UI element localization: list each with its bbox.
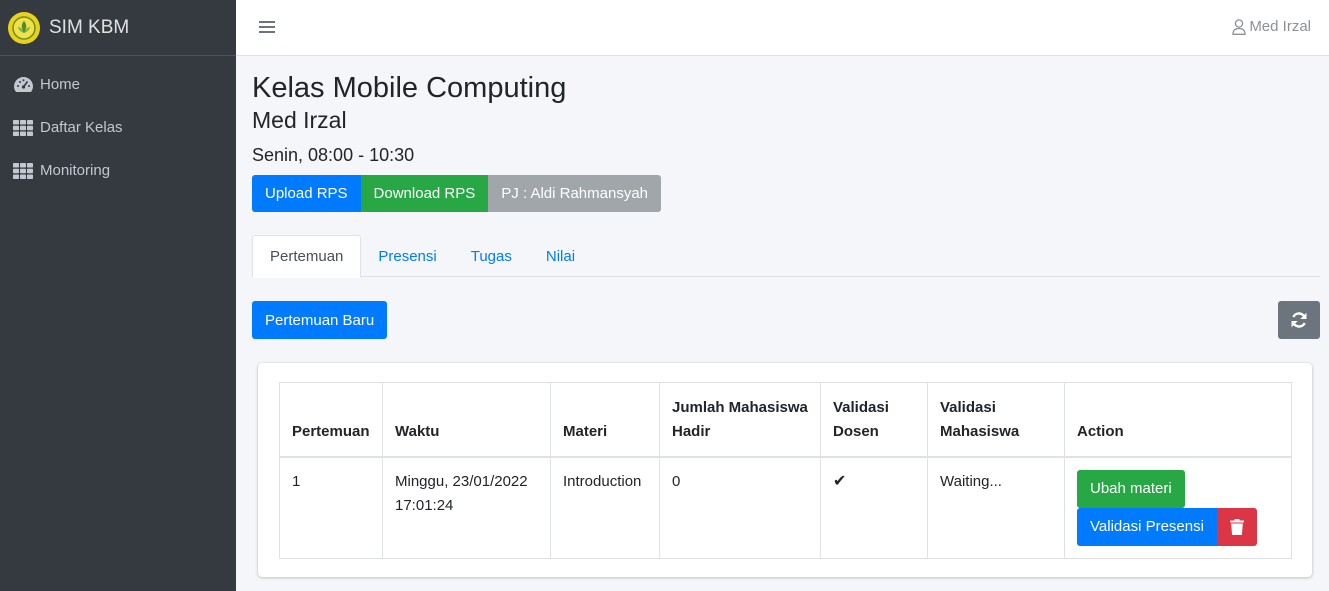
meetings-table: Pertemuan Waktu Materi Jumlah Mahasiswa … — [279, 382, 1292, 559]
trash-icon — [1229, 518, 1244, 535]
table-header-row: Pertemuan Waktu Materi Jumlah Mahasiswa … — [279, 382, 1292, 458]
tab-tugas[interactable]: Tugas — [454, 235, 529, 277]
menu-toggle-icon[interactable] — [259, 18, 275, 36]
sidebar-item-home[interactable]: Home — [0, 63, 236, 106]
refresh-icon — [1291, 312, 1307, 328]
lecturer-name: Med Irzal — [252, 107, 347, 133]
top-navbar: Med Irzal — [236, 0, 1329, 56]
brand-name: SIM KBM — [49, 16, 130, 38]
class-tabs: Pertemuan Presensi Tugas Nilai — [252, 235, 1320, 278]
sidebar-nav: Home Daftar Kelas Monitoring — [0, 56, 236, 192]
sidebar-item-label: Monitoring — [40, 162, 111, 179]
user-menu[interactable]: Med Irzal — [1232, 18, 1311, 35]
cell-validasi-dosen: ✔ — [820, 456, 928, 559]
column-header: Waktu — [382, 382, 551, 458]
user-name: Med Irzal — [1249, 18, 1311, 35]
column-header: Pertemuan — [279, 382, 383, 458]
brand-logo — [8, 11, 40, 44]
edit-material-button[interactable]: Ubah materi — [1077, 469, 1185, 508]
cell-hadir: 0 — [659, 456, 821, 559]
pj-button[interactable]: PJ : Aldi Rahmansyah — [488, 175, 662, 212]
column-header: Validasi Mahasiswa — [927, 382, 1065, 458]
cell-action: Ubah materi Validasi Presensi — [1064, 456, 1292, 559]
brand[interactable]: SIM KBM — [0, 0, 236, 56]
check-icon: ✔ — [833, 472, 847, 490]
upload-rps-button[interactable]: Upload RPS — [252, 175, 361, 212]
refresh-button[interactable] — [1278, 301, 1320, 339]
validate-attendance-button[interactable]: Validasi Presensi — [1077, 507, 1217, 546]
delete-button[interactable] — [1216, 507, 1257, 546]
sidebar-item-label: Home — [40, 76, 81, 93]
class-schedule: Senin, 08:00 - 10:30 — [252, 145, 415, 165]
sidebar-item-label: Daftar Kelas — [40, 119, 123, 136]
column-header: Jumlah Mahasiswa Hadir — [659, 382, 821, 458]
cell-validasi-mahasiswa: Waiting... — [927, 456, 1065, 559]
column-header: Action — [1064, 382, 1292, 458]
download-rps-button[interactable]: Download RPS — [360, 175, 489, 212]
cell-materi: Introduction — [550, 456, 660, 559]
user-icon — [1232, 18, 1246, 35]
tab-pertemuan[interactable]: Pertemuan — [252, 235, 362, 278]
sidebar: SIM KBM Home Daftar Kelas Monitoring — [0, 0, 236, 591]
tab-nilai[interactable]: Nilai — [529, 235, 592, 277]
tab-presensi[interactable]: Presensi — [361, 235, 453, 277]
sidebar-item-monitoring[interactable]: Monitoring — [0, 149, 236, 192]
dashboard-icon — [13, 76, 35, 94]
rps-button-group: Upload RPS Download RPS PJ : Aldi Rahman… — [252, 175, 662, 212]
column-header: Validasi Dosen — [820, 382, 928, 458]
meetings-card: Pertemuan Waktu Materi Jumlah Mahasiswa … — [258, 363, 1312, 577]
row-actions: Validasi Presensi — [1077, 507, 1279, 546]
page-title: Kelas Mobile Computing — [252, 72, 567, 104]
cell-waktu: Minggu, 23/01/2022 17:01:24 — [382, 456, 551, 559]
table-row: 1 Minggu, 23/01/2022 17:01:24 Introducti… — [279, 456, 1292, 559]
sidebar-item-daftar-kelas[interactable]: Daftar Kelas — [0, 106, 236, 149]
column-header: Materi — [550, 382, 660, 458]
cell-pertemuan: 1 — [279, 456, 383, 559]
grid-icon — [13, 119, 35, 137]
grid-icon — [13, 162, 35, 180]
new-meeting-button[interactable]: Pertemuan Baru — [252, 301, 388, 339]
